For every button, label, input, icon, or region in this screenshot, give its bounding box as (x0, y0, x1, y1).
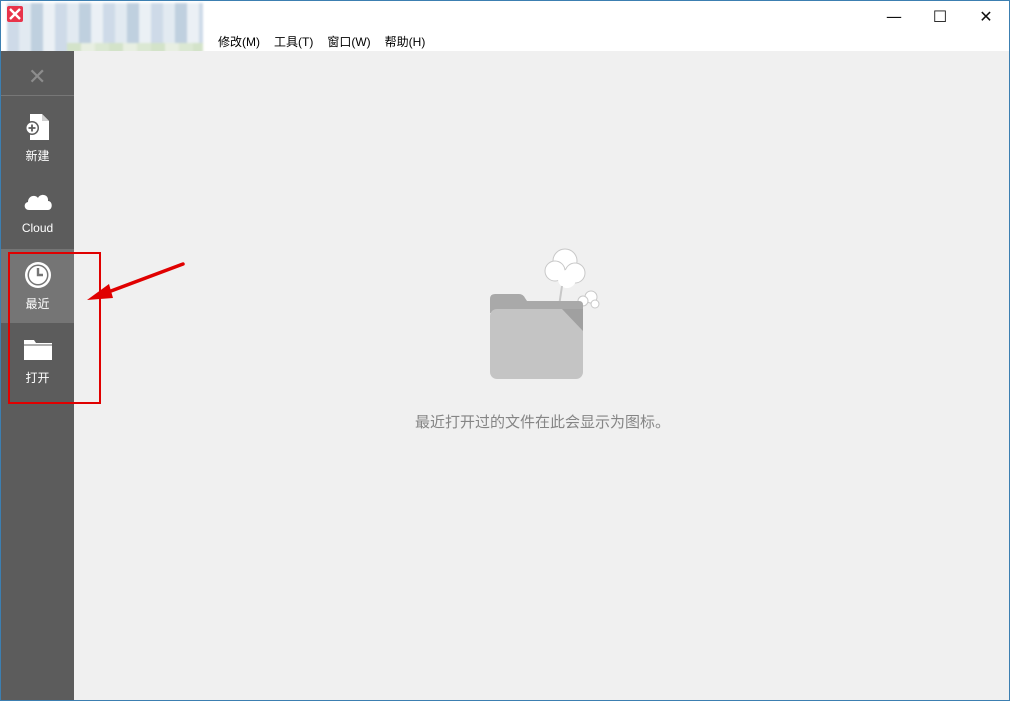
new-file-icon (25, 114, 49, 140)
title-bar: — ☐ ✕ (1, 1, 1009, 71)
cloud-icon (24, 194, 52, 210)
window-controls: — ☐ ✕ (871, 1, 1009, 31)
empty-state-message: 最近打开过的文件在此会显示为图标。 (414, 414, 670, 431)
sidebar-close-icon[interactable]: ✕ (28, 65, 46, 90)
empty-folder-smoke-icon (490, 248, 600, 379)
sidebar-item-cloud[interactable]: Cloud (1, 175, 74, 249)
menu-help[interactable]: 帮助(H) (385, 33, 426, 50)
sidebar-item-label: 新建 (25, 149, 50, 163)
sidebar-header: ✕ (1, 51, 74, 96)
recent-files-panel: 最近打开过的文件在此会显示为图标。 (74, 51, 1009, 700)
app-logo-icon (7, 6, 23, 22)
menu-tools[interactable]: 工具(T) (274, 33, 313, 50)
app-window: — ☐ ✕ 修改(M) 工具(T) 窗口(W) 帮助(H) ✕ 新建 Cloud… (0, 0, 1010, 701)
sidebar-item-label: Cloud (21, 221, 54, 235)
menu-modify[interactable]: 修改(M) (218, 33, 260, 50)
annotation-arrow-icon (87, 262, 185, 300)
menu-bar: 修改(M) 工具(T) 窗口(W) 帮助(H) (218, 31, 439, 51)
minimize-button[interactable]: — (871, 1, 917, 31)
close-button[interactable]: ✕ (963, 1, 1009, 31)
maximize-button[interactable]: ☐ (917, 1, 963, 31)
menu-window[interactable]: 窗口(W) (327, 33, 370, 50)
sidebar-item-new[interactable]: 新建 (1, 101, 74, 175)
